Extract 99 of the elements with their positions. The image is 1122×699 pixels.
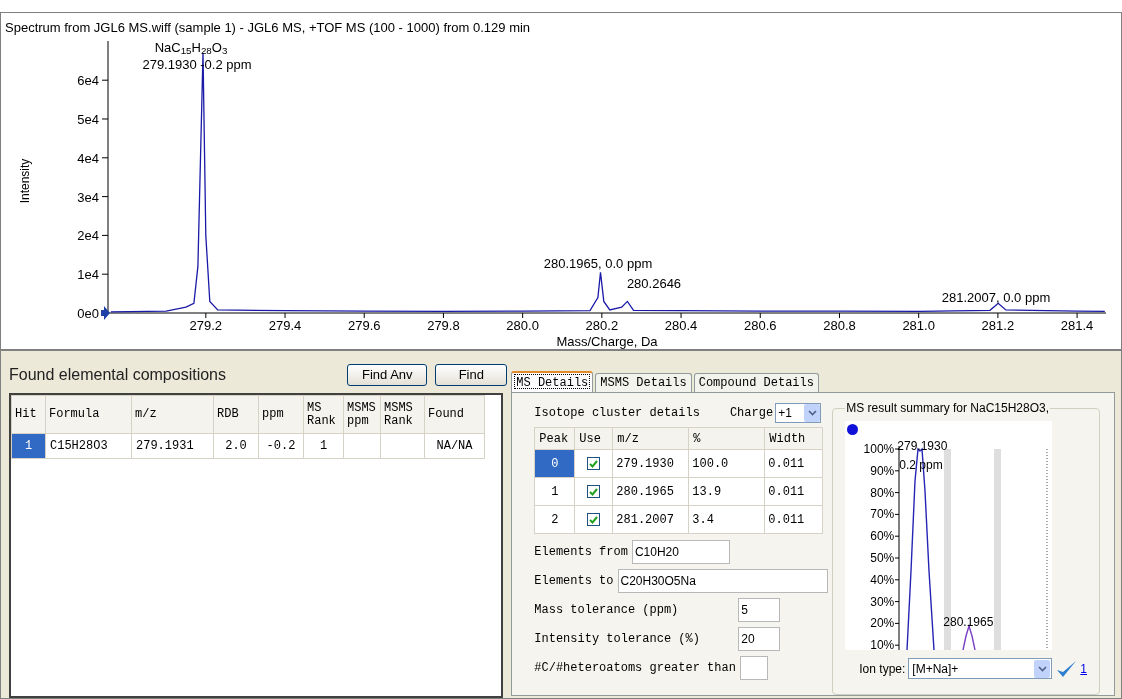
input-field[interactable] xyxy=(739,656,768,680)
y-tick-label: 30% xyxy=(870,594,895,609)
field-label: Elements to xyxy=(534,573,614,590)
y-tick-label: 6e4 xyxy=(77,73,99,89)
x-tick-label: 281.0 xyxy=(902,318,935,333)
y-tick-label: 3e4 xyxy=(77,189,99,205)
peak-label: 280.1965, 0.0 ppm xyxy=(543,256,653,271)
y-tick-label: 80% xyxy=(870,485,895,500)
y-tick-label: 10% xyxy=(870,638,895,650)
arrow-icon xyxy=(101,306,110,320)
input-field[interactable]: C20H30O5Na xyxy=(617,569,828,593)
table-cell: 0.011 xyxy=(764,505,823,534)
column-header[interactable]: Width xyxy=(764,427,823,450)
x-tick-label: 279.4 xyxy=(268,318,302,333)
table-cell: 0.011 xyxy=(764,477,823,506)
column-header[interactable]: RDB xyxy=(213,395,259,434)
y-tick-label: 70% xyxy=(870,507,895,522)
column-header[interactable]: Peak xyxy=(534,427,575,450)
column-header[interactable]: Use xyxy=(574,427,613,450)
ion-type-label: Ion type: xyxy=(859,660,906,678)
column-header[interactable]: % xyxy=(688,427,765,450)
table-cell: 1 xyxy=(534,477,575,506)
field-label: Mass tolerance (ppm) xyxy=(534,602,679,619)
table-cell: 2.0 xyxy=(213,433,259,459)
input-field[interactable]: 5 xyxy=(738,598,781,622)
tab[interactable]: MS Details xyxy=(511,371,594,392)
y-tick-label: 60% xyxy=(870,529,895,544)
column-header[interactable]: Hit xyxy=(11,395,46,434)
charge-select[interactable]: +1 xyxy=(775,403,822,423)
column-header[interactable]: MSMS Rank xyxy=(380,395,425,434)
table-cell: 1 xyxy=(303,433,344,459)
field-label: #C/#heteroatoms greater than xyxy=(534,660,736,677)
column-header[interactable]: Found xyxy=(424,395,485,434)
peak-label: 280.1965 xyxy=(943,615,994,629)
find-button[interactable]: Find Anv xyxy=(347,364,428,386)
link[interactable]: 1 xyxy=(1080,659,1087,678)
table-cell: 281.2007 xyxy=(612,505,689,534)
x-tick-label: 281.4 xyxy=(1060,318,1094,333)
table-cell: 279.1930 xyxy=(612,449,689,478)
column-header[interactable]: MSMS ppm xyxy=(343,395,381,434)
x-axis-title: Mass/Charge, Da xyxy=(556,334,658,349)
charge-label: Charge xyxy=(729,405,774,422)
input-field[interactable]: 20 xyxy=(738,627,781,651)
field-label: Intensity tolerance (%) xyxy=(534,631,700,648)
peak-label: 279.1930 xyxy=(897,439,948,453)
table-cell: -0.2 xyxy=(258,433,304,459)
checkmark-icon[interactable] xyxy=(1055,658,1078,679)
x-tick-label: 279.6 xyxy=(347,318,381,333)
column-header[interactable]: m/z xyxy=(612,427,689,450)
y-tick-label: 1e4 xyxy=(77,267,99,283)
chart-title: Spectrum from JGL6 MS.wiff (sample 1) - JGL6 MS, +TOF MS (100 - 1000) from 0.129 min xyxy=(5,19,531,37)
use-checkbox[interactable] xyxy=(587,457,601,470)
find-button[interactable]: Find xyxy=(435,364,508,386)
column-header[interactable]: MS Rank xyxy=(303,395,344,434)
table-cell: 2 xyxy=(534,505,575,534)
ion-type-select[interactable]: [M+Na]+ xyxy=(908,658,1053,679)
use-checkbox[interactable] xyxy=(587,513,601,526)
table-cell: C15H28O3 xyxy=(45,433,132,459)
table-cell: 0 xyxy=(534,449,575,478)
section-title: Isotope cluster details xyxy=(534,405,700,422)
x-tick-label: 279.2 xyxy=(189,318,223,333)
y-tick-label: 90% xyxy=(870,463,895,478)
input-field[interactable]: C10H20 xyxy=(631,540,730,564)
y-axis-title: Intensity xyxy=(18,158,32,204)
group-title: MS result summary for NaC15H28O3, xyxy=(845,400,1050,417)
x-tick-label: 281.2 xyxy=(981,318,1015,333)
panel-title: Found elemental compositions xyxy=(9,365,226,385)
table-cell: 100.0 xyxy=(688,449,765,478)
table-cell: 280.1965 xyxy=(612,477,689,506)
tab[interactable]: Compound Details xyxy=(693,373,819,392)
table-cell: 1 xyxy=(11,433,46,459)
peak-label: 280.2646 xyxy=(626,276,682,291)
tab[interactable]: MSMS Details xyxy=(595,373,692,392)
x-tick-label: 280.8 xyxy=(823,318,856,333)
use-checkbox[interactable] xyxy=(587,485,601,498)
x-tick-label: 279.8 xyxy=(427,318,460,333)
table-cell: 0.011 xyxy=(764,449,823,478)
x-tick-label: 280.2 xyxy=(585,318,619,333)
y-tick-label: 20% xyxy=(870,616,895,631)
peak-label: 281.2007, 0.0 ppm xyxy=(941,290,1051,305)
table-cell: 3.4 xyxy=(688,505,765,534)
x-tick-label: 280.6 xyxy=(744,318,777,333)
y-tick-label: 100% xyxy=(863,442,895,456)
column-header[interactable]: m/z xyxy=(131,395,214,434)
table-cell: NA/NA xyxy=(424,433,485,459)
x-tick-label: 280.4 xyxy=(664,318,698,333)
table-cell: 13.9 xyxy=(688,477,765,506)
y-tick-label: 2e4 xyxy=(77,228,99,244)
y-tick-label: 0e0 xyxy=(77,306,99,321)
y-tick-label: 40% xyxy=(870,572,895,587)
table-cell: 279.1931 xyxy=(131,433,214,459)
y-tick-label: 50% xyxy=(870,551,895,565)
column-header[interactable]: ppm xyxy=(258,395,304,434)
x-tick-label: 280.0 xyxy=(506,318,539,333)
y-tick-label: 5e4 xyxy=(77,112,99,127)
y-tick-label: 4e4 xyxy=(77,150,99,166)
field-label: Elements from xyxy=(534,544,628,561)
peak-label: NaC$_{15}$H$_{28}$O$_{3}$ xyxy=(154,40,228,55)
column-header[interactable]: Formula xyxy=(45,395,132,434)
